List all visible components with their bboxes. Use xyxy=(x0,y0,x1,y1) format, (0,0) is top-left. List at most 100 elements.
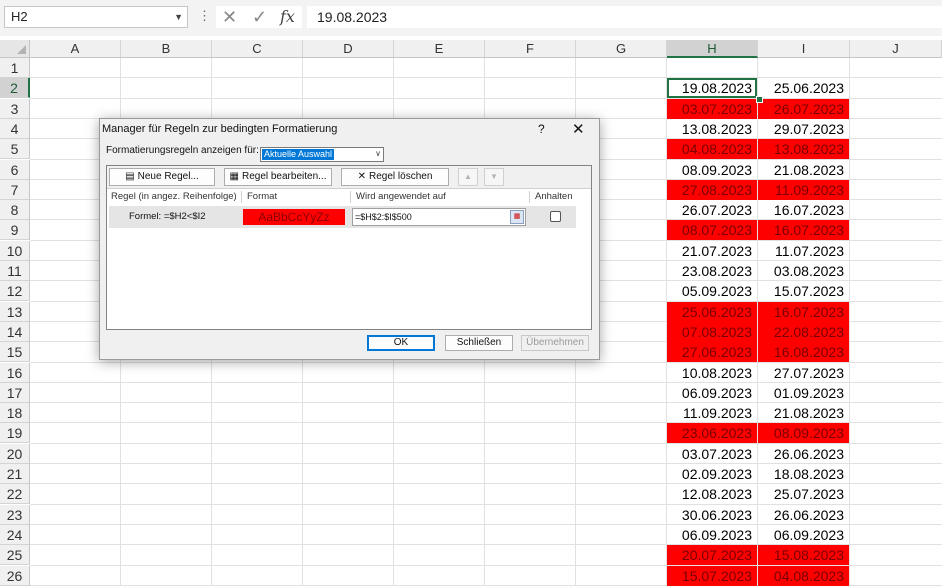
row-header-16[interactable]: 16 xyxy=(0,362,30,383)
cell-i22[interactable]: 25.07.2023 xyxy=(758,484,849,504)
cell-i13[interactable]: 16.07.2023 xyxy=(758,301,849,322)
chevron-down-icon[interactable]: ∨ xyxy=(375,149,381,158)
cell-i10[interactable]: 11.07.2023 xyxy=(758,241,849,261)
cell-h18[interactable]: 11.09.2023 xyxy=(667,403,757,423)
formula-input[interactable]: 19.08.2023 xyxy=(307,6,942,28)
cell-h25[interactable]: 20.07.2023 xyxy=(667,545,757,566)
row-header-6[interactable]: 6 xyxy=(0,159,30,180)
close-icon[interactable]: ✕ xyxy=(572,120,585,138)
show-rules-select[interactable]: Aktuelle Auswahl ∨ xyxy=(260,147,384,162)
row-header-20[interactable]: 20 xyxy=(0,443,30,464)
cell-h17[interactable]: 06.09.2023 xyxy=(667,383,757,403)
help-icon[interactable]: ? xyxy=(538,122,545,136)
cell-h12[interactable]: 05.09.2023 xyxy=(667,281,757,301)
ok-button[interactable]: OK xyxy=(367,335,435,351)
row-header-9[interactable]: 9 xyxy=(0,220,30,241)
cell-h6[interactable]: 08.09.2023 xyxy=(667,160,757,180)
column-header-h[interactable]: H xyxy=(667,40,758,58)
chevron-down-icon[interactable]: ▼ xyxy=(174,7,183,27)
row-header-13[interactable]: 13 xyxy=(0,301,30,322)
row-header-23[interactable]: 23 xyxy=(0,504,30,525)
select-all-corner[interactable] xyxy=(0,40,30,58)
cell-i4[interactable]: 29.07.2023 xyxy=(758,119,849,139)
fill-handle[interactable] xyxy=(756,96,763,103)
more-options-icon[interactable]: ⋮ xyxy=(198,8,211,24)
cell-h19[interactable]: 23.06.2023 xyxy=(667,423,757,444)
column-header-g[interactable]: G xyxy=(576,40,667,58)
move-down-button[interactable]: ▼ xyxy=(484,168,504,186)
cell-h8[interactable]: 26.07.2023 xyxy=(667,200,757,220)
column-header-d[interactable]: D xyxy=(303,40,394,58)
cell-h14[interactable]: 07.08.2023 xyxy=(667,321,757,342)
cell-i17[interactable]: 01.09.2023 xyxy=(758,383,849,403)
column-header-i[interactable]: I xyxy=(758,40,850,58)
range-picker-icon[interactable]: ▦ xyxy=(510,210,524,224)
cell-h9[interactable]: 08.07.2023 xyxy=(667,220,757,241)
cell-h11[interactable]: 23.08.2023 xyxy=(667,261,757,281)
cell-i15[interactable]: 16.08.2023 xyxy=(758,342,849,363)
row-header-3[interactable]: 3 xyxy=(0,98,30,119)
row-header-12[interactable]: 12 xyxy=(0,281,30,302)
cell-h21[interactable]: 02.09.2023 xyxy=(667,464,757,484)
column-header-a[interactable]: A xyxy=(30,40,121,58)
row-header-2[interactable]: 2 xyxy=(0,78,30,99)
row-header-17[interactable]: 17 xyxy=(0,382,30,403)
row-header-4[interactable]: 4 xyxy=(0,118,30,139)
cell-i25[interactable]: 15.08.2023 xyxy=(758,545,849,566)
cell-i14[interactable]: 22.08.2023 xyxy=(758,321,849,342)
cell-i5[interactable]: 13.08.2023 xyxy=(758,139,849,160)
row-header-25[interactable]: 25 xyxy=(0,545,30,566)
cell-i18[interactable]: 21.08.2023 xyxy=(758,403,849,423)
cell-i23[interactable]: 26.06.2023 xyxy=(758,505,849,525)
row-header-14[interactable]: 14 xyxy=(0,321,30,342)
insert-function-icon[interactable]: fx xyxy=(280,6,295,28)
column-header-f[interactable]: F xyxy=(485,40,576,58)
move-up-button[interactable]: ▲ xyxy=(458,168,478,186)
column-header-j[interactable]: J xyxy=(850,40,942,58)
cell-h24[interactable]: 06.09.2023 xyxy=(667,525,757,545)
row-header-19[interactable]: 19 xyxy=(0,423,30,444)
cell-i3[interactable]: 26.07.2023 xyxy=(758,98,849,119)
cancel-icon[interactable]: ✕ xyxy=(222,6,237,28)
column-header-c[interactable]: C xyxy=(212,40,303,58)
cell-h16[interactable]: 10.08.2023 xyxy=(667,363,757,383)
row-header-15[interactable]: 15 xyxy=(0,342,30,363)
cell-i2[interactable]: 25.06.2023 xyxy=(758,78,849,98)
confirm-icon[interactable]: ✓ xyxy=(252,6,267,28)
cell-i19[interactable]: 08.09.2023 xyxy=(758,423,849,444)
row-header-26[interactable]: 26 xyxy=(0,565,30,586)
stop-if-true-checkbox[interactable] xyxy=(550,211,561,222)
close-button[interactable]: Schließen xyxy=(445,335,513,351)
cell-h2[interactable]: 19.08.2023 xyxy=(667,78,757,99)
name-box[interactable]: H2 ▼ xyxy=(4,6,188,28)
row-header-18[interactable]: 18 xyxy=(0,403,30,424)
cell-h5[interactable]: 04.08.2023 xyxy=(667,139,757,160)
edit-rule-button[interactable]: ▦ Regel bearbeiten... xyxy=(224,168,332,186)
row-header-22[interactable]: 22 xyxy=(0,484,30,505)
delete-rule-button[interactable]: ✕ Regel löschen xyxy=(341,168,449,186)
cell-i20[interactable]: 26.06.2023 xyxy=(758,444,849,464)
cell-h26[interactable]: 15.07.2023 xyxy=(667,565,757,586)
row-header-11[interactable]: 11 xyxy=(0,261,30,281)
cell-h13[interactable]: 25.06.2023 xyxy=(667,301,757,322)
cell-i21[interactable]: 18.08.2023 xyxy=(758,464,849,484)
row-header-5[interactable]: 5 xyxy=(0,139,30,160)
cell-i11[interactable]: 03.08.2023 xyxy=(758,261,849,281)
applies-to-input[interactable]: =$H$2:$I$500 ▦ xyxy=(352,208,526,226)
row-header-7[interactable]: 7 xyxy=(0,179,30,200)
row-header-10[interactable]: 10 xyxy=(0,240,30,261)
cell-h4[interactable]: 13.08.2023 xyxy=(667,119,757,139)
cell-i8[interactable]: 16.07.2023 xyxy=(758,200,849,220)
cell-h10[interactable]: 21.07.2023 xyxy=(667,241,757,261)
cell-i9[interactable]: 16.07.2023 xyxy=(758,220,849,241)
column-header-b[interactable]: B xyxy=(121,40,212,58)
cell-h22[interactable]: 12.08.2023 xyxy=(667,484,757,504)
row-header-21[interactable]: 21 xyxy=(0,464,30,484)
row-header-1[interactable]: 1 xyxy=(0,58,30,78)
cell-i12[interactable]: 15.07.2023 xyxy=(758,281,849,301)
cell-h23[interactable]: 30.06.2023 xyxy=(667,505,757,525)
row-header-8[interactable]: 8 xyxy=(0,200,30,221)
cell-i16[interactable]: 27.07.2023 xyxy=(758,363,849,383)
cell-h3[interactable]: 03.07.2023 xyxy=(667,98,757,119)
cell-h7[interactable]: 27.08.2023 xyxy=(667,179,757,200)
